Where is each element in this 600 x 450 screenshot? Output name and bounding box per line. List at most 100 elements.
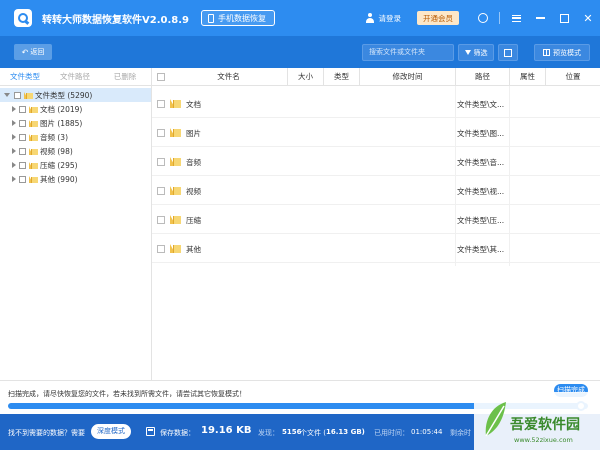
tree-checkbox[interactable] <box>19 105 26 113</box>
expand-icon[interactable] <box>12 176 16 182</box>
tree-checkbox[interactable] <box>19 147 26 155</box>
tab-file-type[interactable]: 文件类型 <box>0 71 50 82</box>
phone-icon <box>207 13 214 23</box>
folder-icon <box>170 215 181 224</box>
status-message: 扫描完成，请尽快恢复您的文件，若未找到所需文件，请尝试其它恢复模式！ <box>8 390 246 398</box>
tree-checkbox[interactable] <box>19 119 26 127</box>
row-checkbox[interactable] <box>157 245 165 253</box>
tree-checkbox[interactable] <box>19 175 26 183</box>
folder-icon <box>24 91 33 99</box>
row-checkbox[interactable] <box>157 187 165 195</box>
grid-icon <box>543 49 550 56</box>
tab-deleted[interactable]: 已删除 <box>100 71 150 82</box>
expand-icon[interactable] <box>12 134 16 140</box>
folder-icon <box>170 157 181 166</box>
row-checkbox[interactable] <box>157 129 165 137</box>
deep-scan-button[interactable]: 深度模式 <box>91 424 131 439</box>
row-path: 文件类型\压... <box>457 216 505 225</box>
login-link[interactable]: 请登录 <box>379 13 402 24</box>
table-row[interactable]: 压缩 文件类型\压... <box>152 205 600 234</box>
advanced-search-button[interactable] <box>498 44 518 61</box>
phone-recovery-button[interactable]: 手机数据恢复 <box>200 10 275 26</box>
tree-item-label: 压缩 (295) <box>40 160 78 170</box>
minimize-button[interactable] <box>528 0 552 36</box>
left-tabs: 文件类型 文件路径 已删除 <box>0 68 151 86</box>
maximize-button[interactable] <box>552 0 576 36</box>
row-path: 文件类型\图... <box>457 129 505 138</box>
found-count: 5156 <box>282 428 302 436</box>
column-location[interactable]: 位置 <box>546 68 600 86</box>
row-checkbox[interactable] <box>157 100 165 108</box>
search-icon <box>504 48 512 57</box>
column-modified[interactable]: 修改时间 <box>360 68 456 86</box>
close-button[interactable]: ✕ <box>576 0 600 36</box>
expand-icon[interactable] <box>12 106 16 112</box>
expand-icon[interactable] <box>12 162 16 168</box>
save-label: 保存数据： <box>160 429 195 437</box>
row-name: 音频 <box>186 158 201 167</box>
table-row[interactable]: 音频 文件类型\音... <box>152 147 600 176</box>
back-label: 返回 <box>30 48 45 56</box>
tree-item[interactable]: 文档 (2019) <box>12 102 82 116</box>
tree-checkbox[interactable] <box>19 161 26 169</box>
tree-item[interactable]: 音频 (3) <box>12 130 68 144</box>
filter-icon <box>464 50 471 55</box>
found-size: 16.13 GB) <box>326 428 365 436</box>
tree-item[interactable]: 视频 (98) <box>12 144 73 158</box>
maximize-icon <box>559 13 569 23</box>
column-attributes[interactable]: 属性 <box>510 68 546 86</box>
back-button[interactable]: ↶ 返回 <box>14 44 52 60</box>
menu-icon <box>511 14 521 22</box>
row-checkbox[interactable] <box>157 216 165 224</box>
folder-icon <box>29 161 38 169</box>
folder-icon <box>29 147 38 155</box>
preview-mode-button[interactable]: 预览模式 <box>534 44 590 61</box>
row-path: 文件类型\视... <box>457 187 505 196</box>
filter-button[interactable]: 筛选 <box>458 44 494 61</box>
toolbar: ↶ 返回 搜索文件或文件夹 筛选 预览模式 <box>0 36 600 68</box>
row-name: 视频 <box>186 187 201 196</box>
user-icon[interactable] <box>365 13 375 23</box>
minimize-icon <box>535 17 545 19</box>
app-logo-icon <box>14 9 32 27</box>
expand-icon[interactable] <box>12 148 16 154</box>
tab-file-path[interactable]: 文件路径 <box>50 71 100 82</box>
column-size[interactable]: 大小 <box>288 68 324 86</box>
tree-item-label: 其他 (990) <box>40 174 78 184</box>
tree-checkbox[interactable] <box>19 133 26 141</box>
folder-icon <box>170 244 181 253</box>
column-filename[interactable]: 文件名 <box>152 68 288 86</box>
table-row[interactable]: 视频 文件类型\视... <box>152 176 600 205</box>
row-name: 其他 <box>186 245 201 254</box>
row-checkbox[interactable] <box>157 158 165 166</box>
column-type[interactable]: 类型 <box>324 68 360 86</box>
watermark-url: www.52zixue.com <box>514 436 573 444</box>
tree-item[interactable]: 压缩 (295) <box>12 158 78 172</box>
expand-icon[interactable] <box>12 120 16 126</box>
tree-item[interactable]: 图片 (1885) <box>12 116 82 130</box>
table-row[interactable]: 图片 文件类型\图... <box>152 118 600 147</box>
menu-button[interactable] <box>504 0 528 36</box>
vip-button[interactable]: 开通会员 <box>417 11 459 25</box>
folder-icon <box>170 99 181 108</box>
tree-checkbox[interactable] <box>14 91 21 99</box>
feedback-button[interactable] <box>471 0 495 36</box>
close-icon: ✕ <box>583 11 593 25</box>
need-more-text: 找不到需要的数据？需要 <box>8 429 85 437</box>
save-icon <box>146 427 155 436</box>
elapsed-label: 已用时间： <box>374 429 409 437</box>
found-unit: 个文件 ( <box>300 429 326 437</box>
tree-root[interactable]: 文件类型 (5290) <box>0 88 151 102</box>
filter-label: 筛选 <box>473 48 488 57</box>
table-row[interactable]: 其他 文件类型\其... <box>152 234 600 263</box>
tree-item-label: 文档 (2019) <box>40 104 83 114</box>
search-input[interactable]: 搜索文件或文件夹 <box>362 44 454 61</box>
tree-item[interactable]: 其他 (990) <box>12 172 78 186</box>
collapse-icon[interactable] <box>4 93 10 97</box>
folder-icon <box>29 119 38 127</box>
separator <box>499 12 500 24</box>
column-path[interactable]: 路径 <box>456 68 510 86</box>
table-row[interactable]: 文档 文件类型\文... <box>152 89 600 118</box>
folder-icon <box>170 186 181 195</box>
row-name: 图片 <box>186 129 201 138</box>
